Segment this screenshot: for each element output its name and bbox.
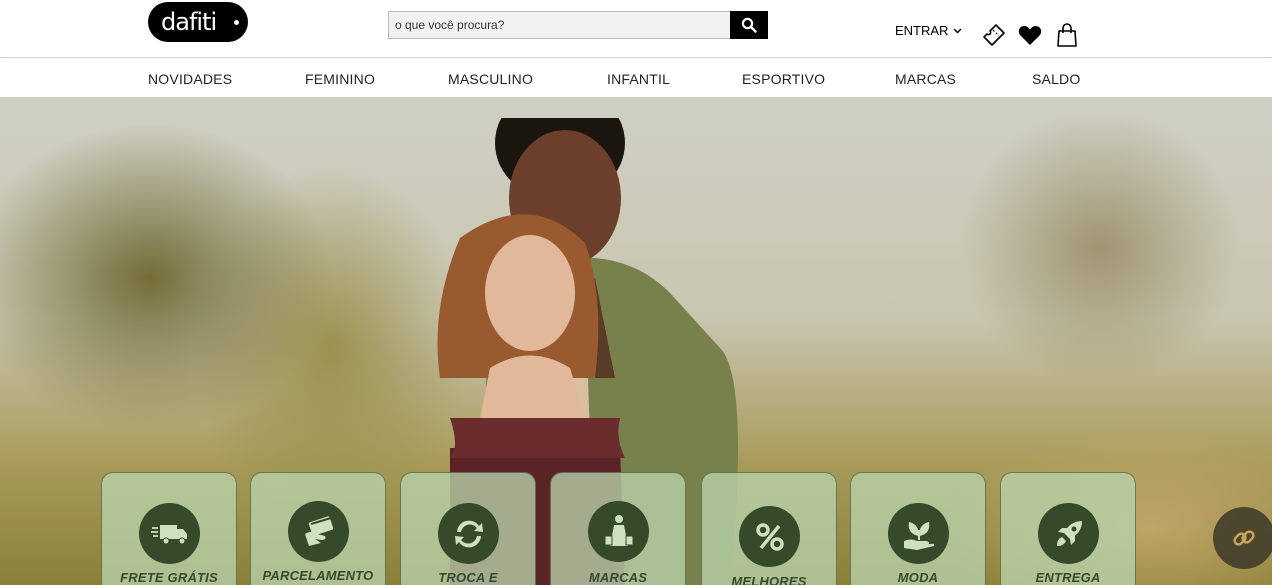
wishlist-button[interactable] (1017, 22, 1043, 48)
search-bar (388, 11, 768, 39)
feature-icon-circle (739, 506, 800, 567)
nav-item-novidades[interactable]: NOVIDADES (148, 71, 232, 87)
feature-label: MODA (897, 570, 939, 585)
feature-label: ENTREGA (1035, 570, 1101, 585)
feature-label: MELHORES (731, 574, 807, 585)
feature-icon-circle (1038, 503, 1099, 564)
login-menu[interactable]: ENTRAR (895, 23, 962, 38)
feature-label: FRETE GRÁTIS (120, 570, 218, 585)
logo-dot (234, 20, 239, 25)
chevron-down-icon (953, 27, 962, 34)
heart-icon (1018, 25, 1042, 45)
link-icon (1233, 530, 1255, 546)
feature-icon-circle (438, 503, 499, 564)
hero-banner[interactable]: FRETE GRÁTIS PARCELAMENTO TROCA E MARCAS… (0, 98, 1272, 585)
cart-button[interactable] (1054, 22, 1080, 48)
floating-help-button[interactable] (1213, 507, 1272, 569)
truck-icon (150, 524, 187, 544)
feature-card-entrega[interactable]: ENTREGA (1000, 472, 1136, 585)
login-label: ENTRAR (895, 23, 949, 38)
feature-card-melhores[interactable]: MELHORES (701, 472, 837, 585)
nav-item-saldo[interactable]: SALDO (1032, 71, 1080, 87)
coupon-button[interactable] (981, 22, 1007, 48)
nav-item-esportivo[interactable]: ESPORTIVO (742, 71, 825, 87)
feature-label: MARCAS (588, 570, 648, 585)
feature-label: PARCELAMENTO (262, 568, 374, 583)
ticket-icon (983, 24, 1005, 46)
nav-item-feminino[interactable]: FEMININO (305, 71, 375, 87)
main-nav: NOVIDADES FEMININO MASCULINO INFANTIL ES… (0, 59, 1272, 98)
feature-card-troca[interactable]: TROCA E (400, 472, 536, 585)
site-header: dafiti ENTRAR (0, 0, 1272, 58)
feature-icon-circle (288, 501, 349, 562)
rocket-icon (1056, 520, 1082, 546)
feature-icon-circle (888, 503, 949, 564)
feature-card-marcas[interactable]: MARCAS (550, 472, 686, 585)
feature-card-moda[interactable]: MODA (850, 472, 986, 585)
shopping-person-icon (604, 514, 633, 546)
nav-item-marcas[interactable]: MARCAS (895, 71, 956, 87)
logo-text: dafiti (161, 8, 217, 36)
feature-icon-circle (588, 501, 649, 562)
search-input[interactable] (388, 11, 730, 39)
percent-icon (755, 522, 784, 551)
search-button[interactable] (730, 11, 768, 39)
plant-hand-icon (903, 521, 934, 550)
feature-card-frete-gratis[interactable]: FRETE GRÁTIS (101, 472, 237, 585)
feature-card-parcelamento[interactable]: PARCELAMENTO (250, 472, 386, 585)
shopping-bag-icon (1057, 23, 1077, 47)
search-icon (741, 17, 757, 33)
feature-label: TROCA E (438, 570, 498, 585)
dafiti-logo[interactable]: dafiti (148, 2, 248, 42)
exchange-icon (454, 520, 483, 547)
nav-item-infantil[interactable]: INFANTIL (607, 71, 670, 87)
card-icon (304, 515, 333, 546)
feature-icon-circle (139, 503, 200, 564)
nav-item-masculino[interactable]: MASCULINO (448, 71, 533, 87)
